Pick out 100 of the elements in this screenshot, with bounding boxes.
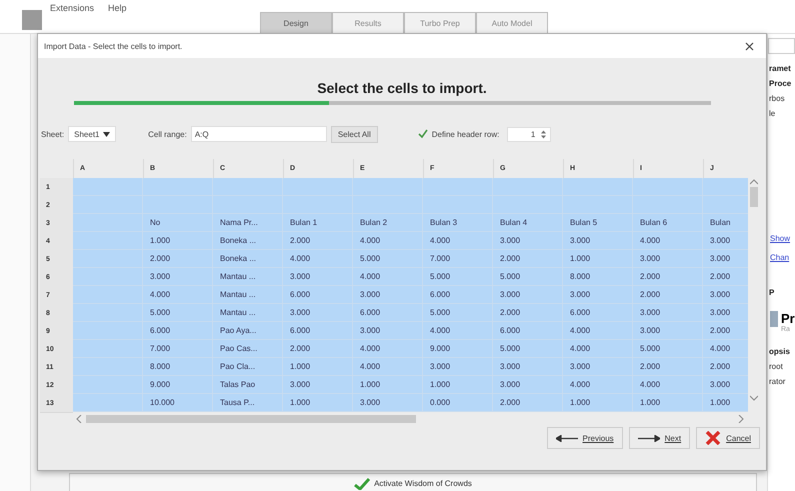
scroll-up-icon[interactable] [750,179,758,185]
table-cell: 5.000 [493,268,563,286]
previous-button[interactable]: Previous [546,427,623,449]
table-cell: Bulan 1 [283,214,353,232]
right-arrow-icon [638,434,660,442]
next-button[interactable]: Next [628,427,690,449]
left-arrow-icon [556,434,578,442]
checkbox[interactable] [418,129,428,139]
table-cell [563,178,633,196]
table-cell: 4.000 [633,232,703,250]
table-cell: 5.000 [493,340,563,358]
search-field[interactable] [768,38,795,54]
spinner-arrows-icon [541,130,546,138]
table-cell: 1.000 [283,394,353,412]
scroll-thumb[interactable] [750,187,758,207]
table-cell: 2.000 [493,304,563,322]
close-icon[interactable] [745,42,754,50]
table-cell: Mantau ... [213,286,283,304]
table-cell: 2.000 [493,250,563,268]
table-cell: 1.000 [633,394,703,412]
cell-range-label: Cell range: [148,130,187,138]
menu-item[interactable]: Help [108,3,127,13]
panel-text: root [769,362,783,371]
cell-range-field[interactable]: A:Q [190,126,327,142]
select-all-button[interactable]: Select All [330,126,378,142]
table-cell: 4.000 [353,340,423,358]
table-cell: 5.000 [143,304,213,322]
cancel-button[interactable]: Cancel [696,427,760,449]
perspective-tab[interactable]: Design [260,12,332,33]
table-cell: Bulan 5 [563,214,633,232]
table-cell: 3.000 [493,286,563,304]
sheet-label: Sheet: [41,130,64,138]
table-cell: 0.000 [423,394,493,412]
table-cell: 6.000 [563,304,633,322]
scroll-thumb[interactable] [86,415,416,423]
table-cell: 3.000 [493,376,563,394]
table-cell [423,178,493,196]
table-cell: 3.000 [353,394,423,412]
table-cell [633,178,703,196]
table-cell: 3.000 [703,286,748,304]
table-cell: 1.000 [423,376,493,394]
table-cell: Bulan 3 [423,214,493,232]
table-cell: 3.000 [563,358,633,376]
table-cell: 2.000 [143,250,213,268]
table-cell: 3.000 [703,304,748,322]
table-cell: 6.000 [283,286,353,304]
table-cell: 2.000 [283,340,353,358]
table-cell: 1.000 [563,250,633,268]
menu-item[interactable]: Extensions [50,3,94,13]
table-cell: 4.000 [283,250,353,268]
activate-button[interactable]: Activate Wisdom of Crowds [69,473,757,491]
scroll-left-icon[interactable] [76,415,82,423]
table-cell: 4.000 [353,268,423,286]
table-cell: Talas Pao [213,376,283,394]
table-cell: 3.000 [283,376,353,394]
table-cell: 3.000 [633,250,703,268]
header-row-spinner[interactable]: 1 [507,126,552,142]
table-cell: 4.000 [703,340,748,358]
panel-link[interactable]: Show [770,234,790,243]
scroll-down-icon[interactable] [750,395,758,401]
table-cell [283,178,353,196]
table-cell: Boneka ... [213,250,283,268]
panel-heading: opsis [769,347,790,356]
table-cell [143,178,213,196]
table-cell: 5.000 [423,304,493,322]
table-cell: Bulan 4 [493,214,563,232]
table-cell: 2.000 [633,358,703,376]
table-cell: 1.000 [143,232,213,250]
table-cell: 3.000 [143,268,213,286]
table-cell: 3.000 [493,232,563,250]
table-cell: 1.000 [563,394,633,412]
table-cell: 3.000 [703,376,748,394]
table-cell: 2.000 [283,232,353,250]
table-cell: 2.000 [703,358,748,376]
table-cell: 5.000 [353,250,423,268]
scroll-right-icon[interactable] [738,415,744,423]
table-cell: 4.000 [143,286,213,304]
table-cell: 3.000 [283,268,353,286]
sheet-dropdown[interactable]: Sheet1 [68,126,116,142]
panel-text: rbos [769,94,785,103]
table-cell: 3.000 [493,358,563,376]
table-cell: Bulan 2 [353,214,423,232]
table-cell: 5.000 [633,340,703,358]
table-cell: 4.000 [423,322,493,340]
table-cell: 6.000 [493,322,563,340]
panel-link[interactable]: Chan [770,253,790,262]
table-cell: Mantau ... [213,304,283,322]
table-cell: 10.000 [143,394,213,412]
table-cell: 1.000 [703,394,748,412]
table-cell: 4.000 [563,376,633,394]
table-cell: 1.000 [283,358,353,376]
table-cell: 5.000 [423,268,493,286]
table-cell: 6.000 [283,322,353,340]
operator-icon [770,311,778,327]
table-cell: 2.000 [633,286,703,304]
table-cell: 4.000 [563,322,633,340]
panel-text: le [769,109,776,118]
dialog-title: Import Data - Select the cells to import. [44,42,182,50]
table-cell: 3.000 [563,286,633,304]
table-cell: 8.000 [563,268,633,286]
